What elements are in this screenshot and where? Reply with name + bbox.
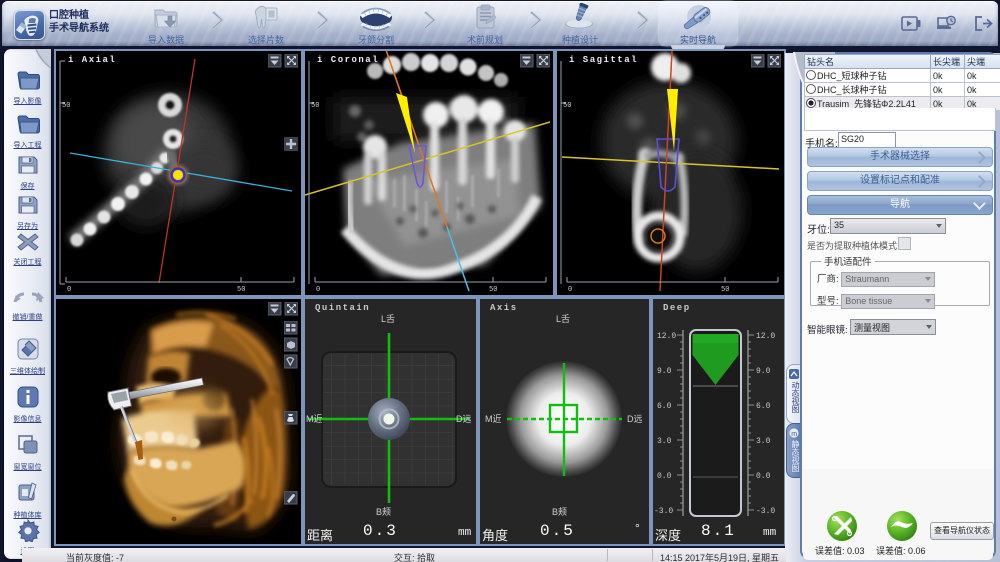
svg-text:50: 50 [721, 286, 729, 292]
svg-text:3.0: 3.0 [657, 437, 672, 446]
svg-text:50: 50 [237, 286, 245, 292]
svg-text:0: 0 [67, 286, 71, 292]
svg-text:-3.0: -3.0 [654, 507, 673, 516]
svg-text:12.0: 12.0 [756, 332, 775, 341]
svg-text:9.0: 9.0 [657, 367, 672, 376]
svg-text:50: 50 [311, 102, 319, 110]
svg-text:12.0: 12.0 [657, 332, 676, 341]
svg-text:50: 50 [62, 102, 70, 110]
svg-text:9.0: 9.0 [756, 367, 771, 376]
svg-text:6.0: 6.0 [756, 402, 771, 411]
svg-text:3.0: 3.0 [756, 437, 771, 446]
svg-text:50: 50 [563, 102, 571, 110]
svg-text:0: 0 [568, 286, 572, 292]
svg-text:0: 0 [316, 286, 320, 292]
svg-text:0.0: 0.0 [756, 472, 771, 481]
svg-text:50: 50 [489, 286, 497, 292]
svg-text:m: m [791, 431, 797, 438]
svg-text:-3.0: -3.0 [756, 507, 775, 516]
svg-text:6.0: 6.0 [657, 402, 672, 411]
svg-text:0.0: 0.0 [657, 472, 672, 481]
